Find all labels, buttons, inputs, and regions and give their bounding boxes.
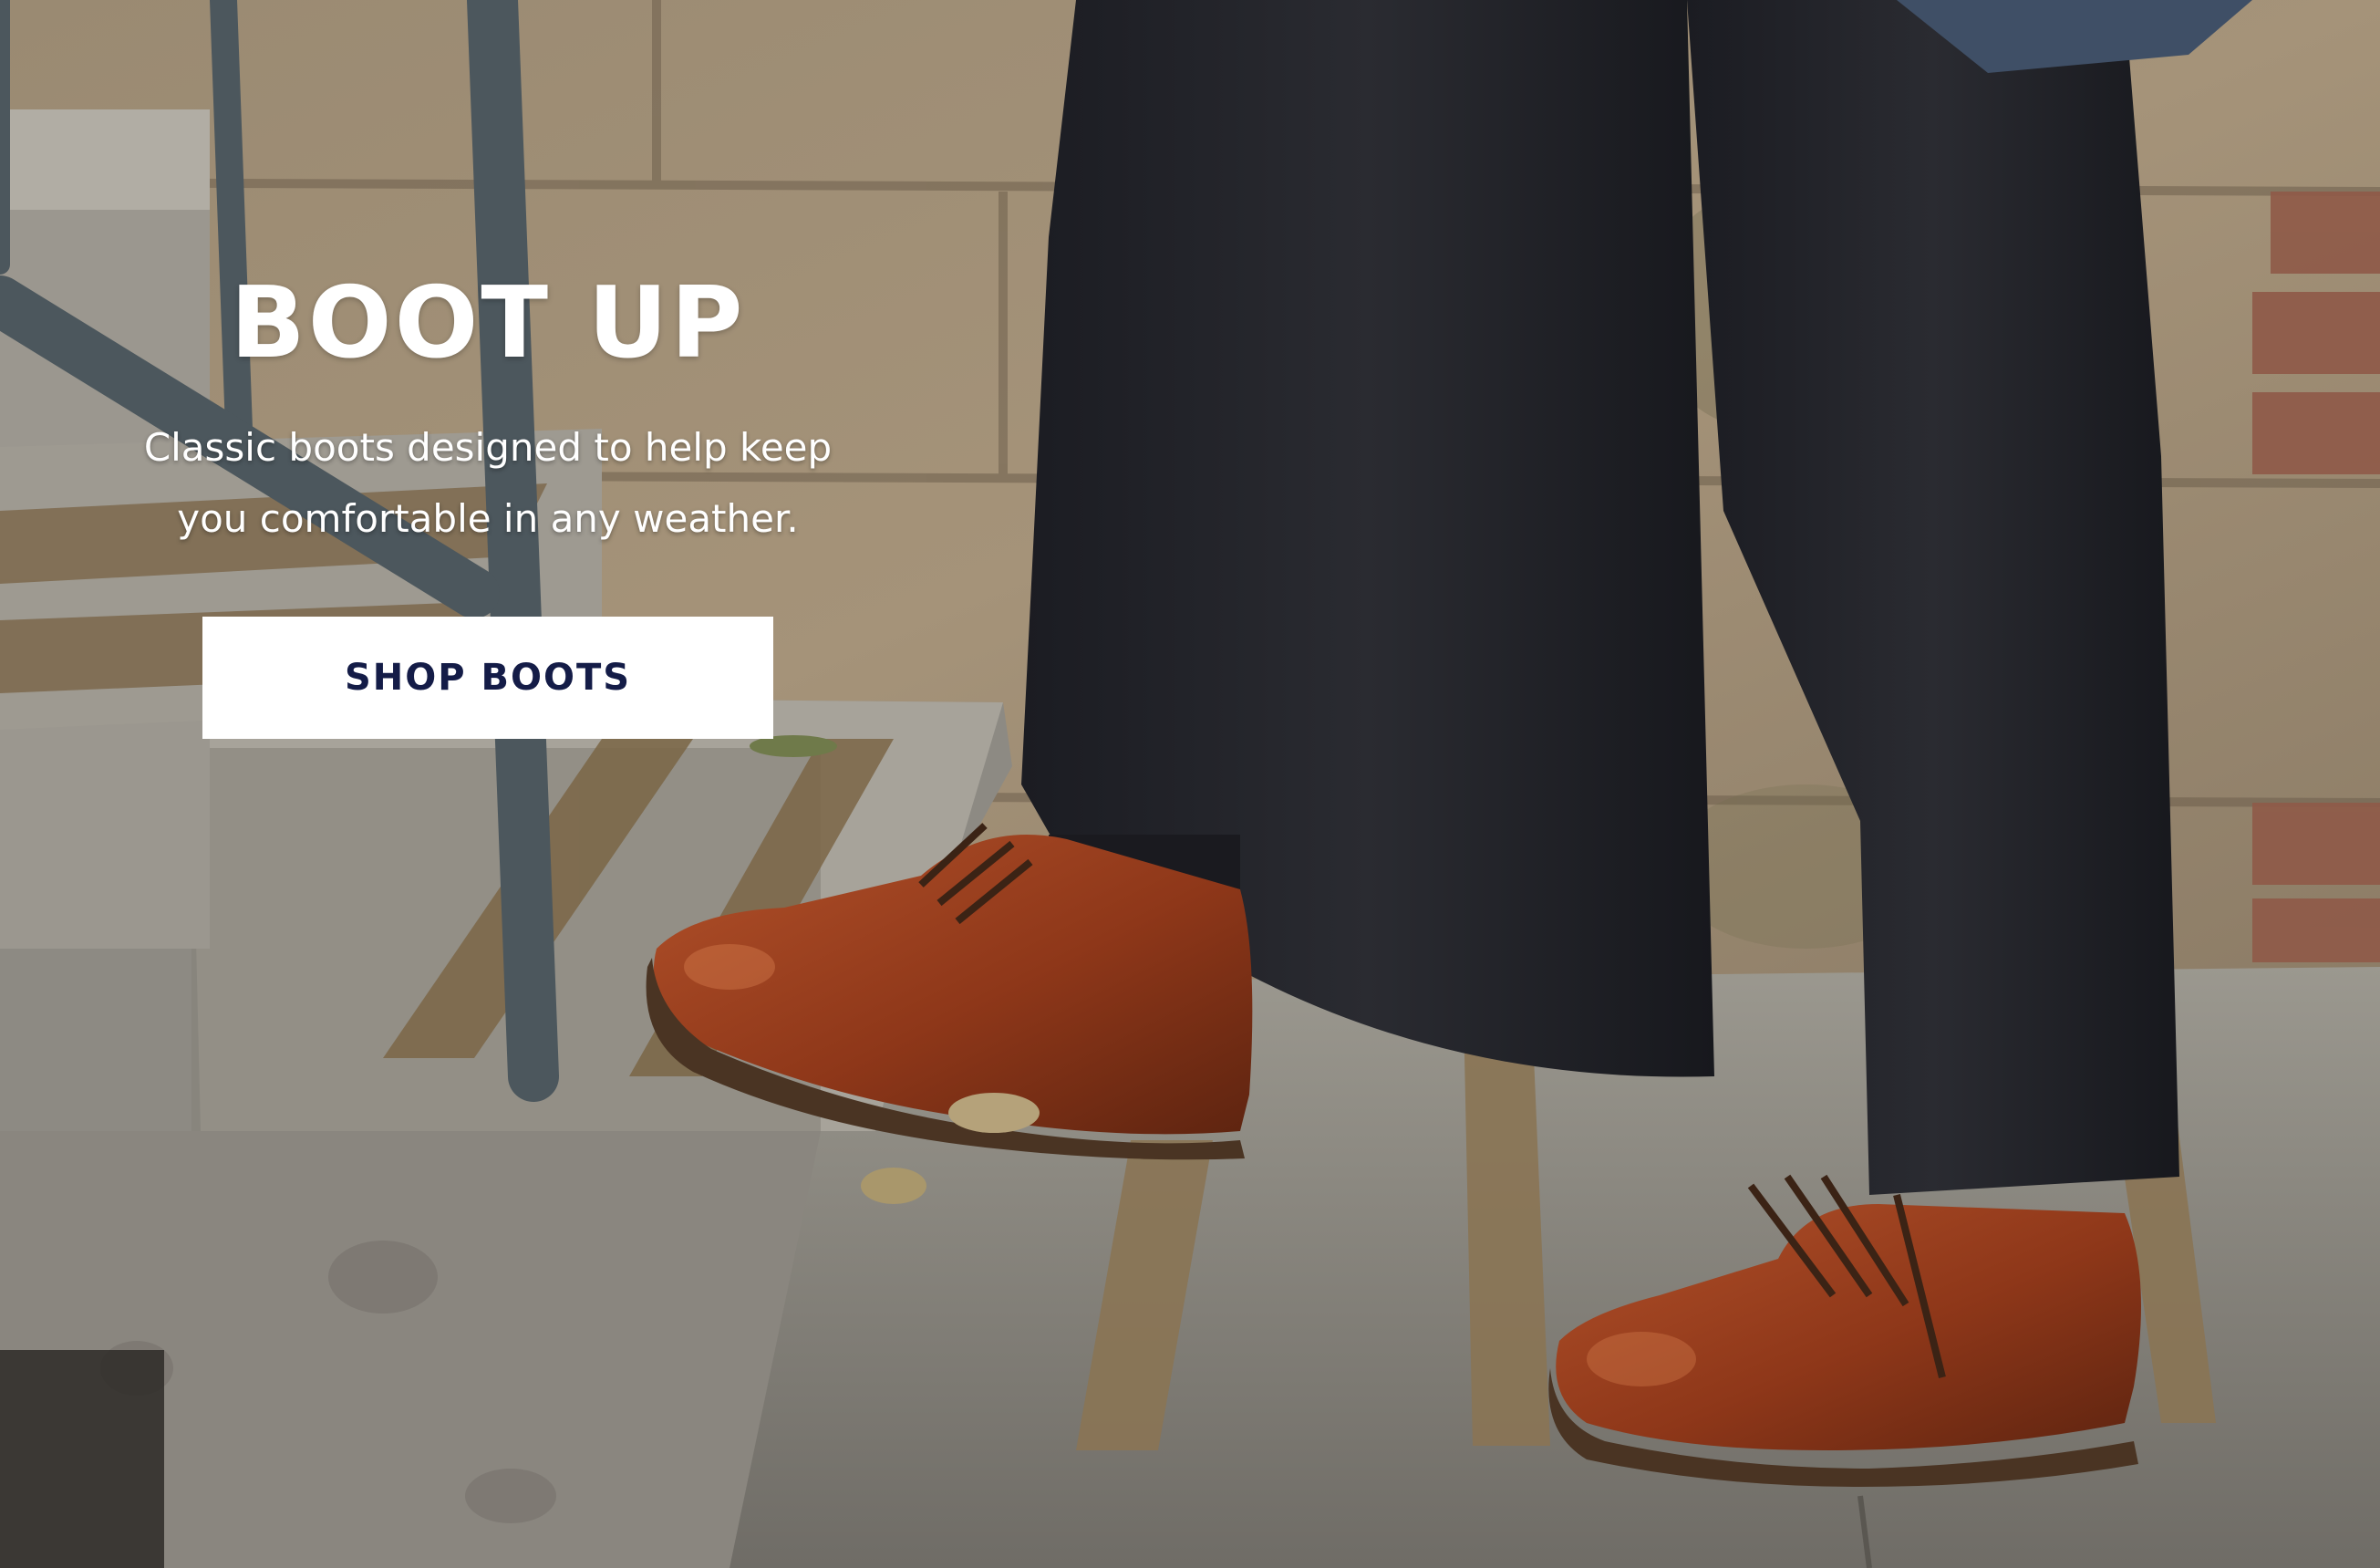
hero-subtitle: Classic boots designed to help keep you … bbox=[143, 425, 833, 541]
hero-banner: BOOT UP Classic boots designed to help k… bbox=[0, 0, 2380, 1568]
shop-boots-button[interactable]: SHOP BOOTS bbox=[202, 617, 773, 739]
hero-copy: BOOT UP Classic boots designed to help k… bbox=[64, 255, 912, 739]
hero-photo bbox=[0, 0, 2380, 1568]
hero-title: BOOT UP bbox=[230, 266, 746, 380]
